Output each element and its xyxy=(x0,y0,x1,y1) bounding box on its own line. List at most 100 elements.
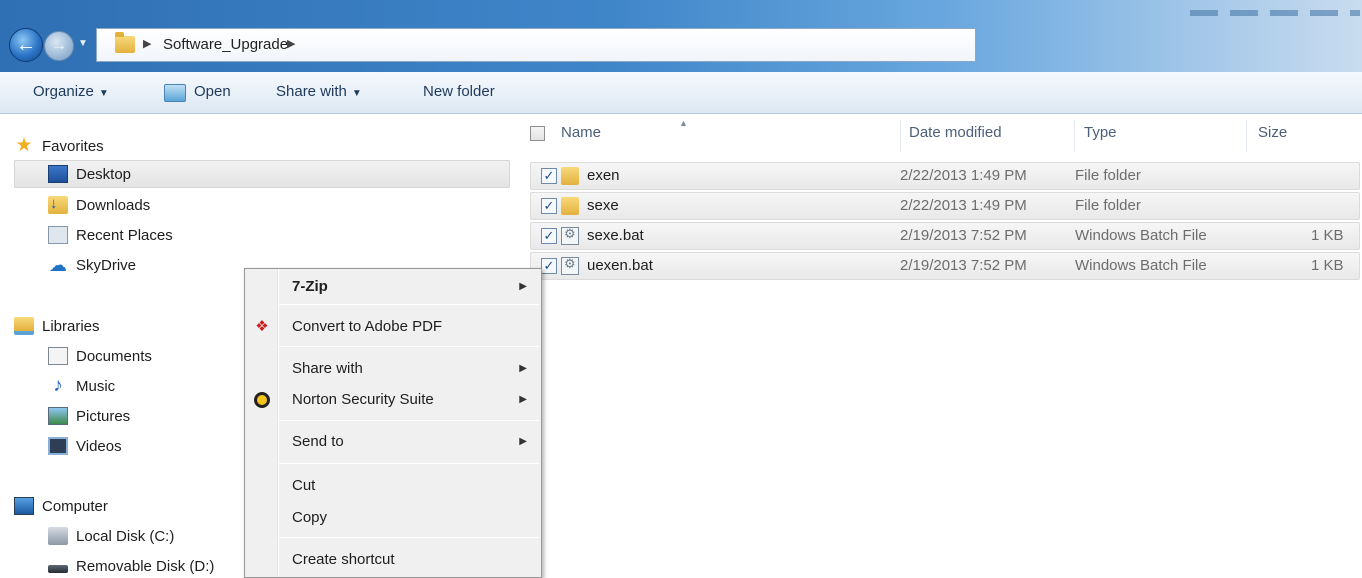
file-type: File folder xyxy=(1075,167,1141,184)
nav-item-recent-places[interactable]: Recent Places xyxy=(48,221,173,249)
file-name: sexe xyxy=(587,197,619,214)
menu-item-send-to[interactable]: Send to ▶ xyxy=(245,428,541,456)
file-row-exen[interactable]: ✓ exen 2/22/2013 1:49 PM File folder xyxy=(530,162,1360,190)
nav-item-videos[interactable]: Videos xyxy=(48,432,122,460)
nav-favorites[interactable]: ★ Favorites xyxy=(14,132,104,160)
menu-item-label: Norton Security Suite xyxy=(292,391,434,408)
menu-item-label: Convert to Adobe PDF xyxy=(292,318,443,335)
computer-icon xyxy=(14,497,34,515)
back-button[interactable]: ← xyxy=(9,28,43,62)
file-date: 2/19/2013 7:52 PM xyxy=(900,257,1027,274)
row-checkbox[interactable]: ✓ xyxy=(541,258,557,274)
nav-item-label: Videos xyxy=(76,437,122,455)
breadcrumb-separator-icon[interactable]: ▶ xyxy=(287,37,295,50)
submenu-arrow-icon: ▶ xyxy=(519,281,527,292)
file-name: sexe.bat xyxy=(587,227,644,244)
nav-item-label: Removable Disk (D:) xyxy=(76,557,215,575)
nav-favorites-label: Favorites xyxy=(42,137,104,155)
videos-film-icon xyxy=(48,437,68,455)
menu-separator xyxy=(279,537,539,538)
nav-item-pictures[interactable]: Pictures xyxy=(48,402,130,430)
column-header-name[interactable]: Name xyxy=(561,124,601,141)
nav-item-documents[interactable]: Documents xyxy=(48,342,152,370)
context-menu: 7-Zip ▶ ❖ Convert to Adobe PDF Share wit… xyxy=(244,268,542,578)
column-divider[interactable] xyxy=(1074,120,1075,152)
submenu-arrow-icon: ▶ xyxy=(519,363,527,374)
nav-item-skydrive[interactable]: ☁ SkyDrive xyxy=(48,251,136,279)
menu-item-create-shortcut[interactable]: Create shortcut xyxy=(245,546,541,574)
menu-item-7-zip[interactable]: 7-Zip ▶ xyxy=(245,273,541,301)
menu-separator xyxy=(279,463,539,464)
file-row-uexen-bat[interactable]: ✓ uexen.bat 2/19/2013 7:52 PM Windows Ba… xyxy=(530,252,1360,280)
nav-item-label: Local Disk (C:) xyxy=(76,527,175,545)
menu-item-cut[interactable]: Cut xyxy=(245,472,541,500)
new-folder-label: New folder xyxy=(423,83,495,100)
chevron-down-icon: ▼ xyxy=(78,38,88,49)
hard-disk-icon xyxy=(48,527,68,545)
file-date: 2/22/2013 1:49 PM xyxy=(900,197,1027,214)
skydrive-cloud-icon: ☁ xyxy=(49,255,67,275)
menu-item-convert-to-adobe-pdf[interactable]: ❖ Convert to Adobe PDF xyxy=(245,313,541,341)
sort-ascending-icon: ▲ xyxy=(679,118,688,128)
menu-item-label: Copy xyxy=(292,509,328,526)
folder-icon xyxy=(115,32,135,53)
row-checkbox[interactable]: ✓ xyxy=(541,198,557,214)
title-bar-background-menu xyxy=(1190,10,1360,16)
nav-libraries[interactable]: Libraries xyxy=(14,312,100,340)
forward-button[interactable]: → xyxy=(44,31,74,61)
submenu-arrow-icon: ▶ xyxy=(519,436,527,447)
nav-item-label: Documents xyxy=(76,347,152,365)
adobe-pdf-icon: ❖ xyxy=(255,318,269,335)
new-folder-button[interactable]: New folder xyxy=(423,83,495,100)
address-box[interactable]: ▶ Software_Upgrade ▶ xyxy=(96,28,976,62)
documents-icon xyxy=(48,347,68,365)
norton-icon xyxy=(254,392,270,408)
nav-item-desktop[interactable]: Desktop xyxy=(14,160,510,188)
removable-disk-icon xyxy=(48,565,68,573)
file-name: uexen.bat xyxy=(587,257,653,274)
row-checkbox[interactable]: ✓ xyxy=(541,228,557,244)
menu-item-share-with[interactable]: Share with ▶ xyxy=(245,355,541,383)
open-button[interactable]: Open xyxy=(194,83,231,100)
column-divider[interactable] xyxy=(900,120,901,152)
file-row-sexe-bat[interactable]: ✓ sexe.bat 2/19/2013 7:52 PM Windows Bat… xyxy=(530,222,1360,250)
address-bar-area: ← → ▼ ▶ Software_Upgrade ▶ xyxy=(0,0,1362,72)
desktop-icon xyxy=(48,165,68,183)
column-header-type[interactable]: Type xyxy=(1084,124,1117,141)
file-type: Windows Batch File xyxy=(1075,257,1207,274)
breadcrumb-software-upgrade[interactable]: Software_Upgrade xyxy=(163,36,288,53)
nav-item-removable-disk-d[interactable]: Removable Disk (D:) xyxy=(48,552,214,578)
nav-item-local-disk-c[interactable]: Local Disk (C:) xyxy=(48,522,174,550)
breadcrumb-separator-icon[interactable]: ▶ xyxy=(143,37,151,50)
back-arrow-icon: ← xyxy=(16,33,36,56)
column-header-size[interactable]: Size xyxy=(1258,124,1287,141)
star-icon: ★ xyxy=(15,135,33,156)
file-date: 2/19/2013 7:52 PM xyxy=(900,227,1027,244)
share-with-button[interactable]: Share with ▼ xyxy=(276,83,362,100)
menu-separator xyxy=(279,304,539,305)
file-size: 1 KB xyxy=(1311,257,1344,274)
folder-icon xyxy=(561,167,579,185)
select-all-checkbox[interactable] xyxy=(530,126,545,141)
file-date: 2/22/2013 1:49 PM xyxy=(900,167,1027,184)
menu-item-label: Create shortcut xyxy=(292,551,395,568)
nav-computer[interactable]: Computer xyxy=(14,492,108,520)
row-checkbox[interactable]: ✓ xyxy=(541,168,557,184)
nav-item-label: Desktop xyxy=(76,165,132,183)
nav-libraries-label: Libraries xyxy=(42,317,100,335)
menu-separator xyxy=(279,420,539,421)
menu-item-label: Cut xyxy=(292,477,316,494)
organize-label: Organize xyxy=(33,83,94,100)
recent-locations-dropdown[interactable]: ▼ xyxy=(78,38,92,52)
column-header-date-modified[interactable]: Date modified xyxy=(909,124,1002,141)
menu-item-copy[interactable]: Copy xyxy=(245,504,541,532)
open-folder-icon xyxy=(164,84,186,102)
organize-button[interactable]: Organize ▼ xyxy=(33,83,109,100)
column-divider[interactable] xyxy=(1246,120,1247,152)
nav-item-downloads[interactable]: Downloads xyxy=(48,191,150,219)
menu-item-label: 7-Zip xyxy=(292,278,328,295)
nav-item-music[interactable]: ♪ Music xyxy=(48,372,115,400)
open-label: Open xyxy=(194,83,231,100)
menu-item-norton-security-suite[interactable]: Norton Security Suite ▶ xyxy=(245,386,541,414)
file-row-sexe[interactable]: ✓ sexe 2/22/2013 1:49 PM File folder xyxy=(530,192,1360,220)
